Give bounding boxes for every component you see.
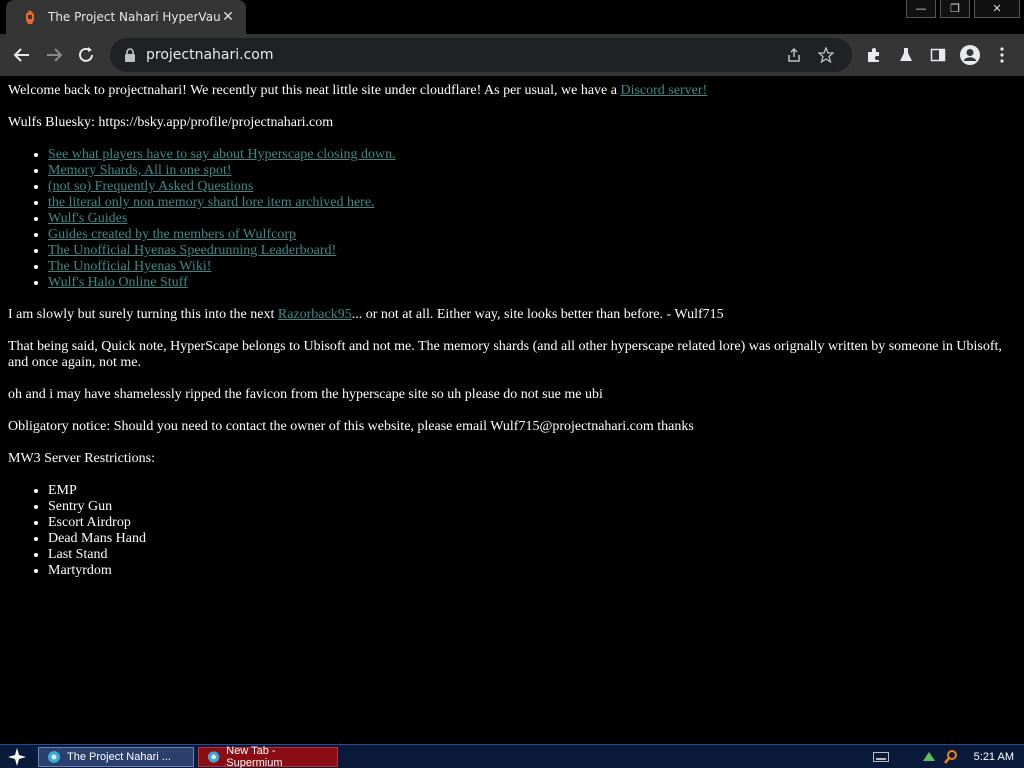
list-item: Memory Shards, All in one spot! bbox=[48, 163, 1016, 179]
list-item: Sentry Gun bbox=[48, 499, 1016, 515]
contact-notice: Obligatory notice: Should you need to co… bbox=[8, 419, 694, 434]
list-item: Dead Mans Hand bbox=[48, 531, 1016, 547]
reload-icon[interactable] bbox=[70, 39, 102, 71]
browser-toolbar: projectnahari.com bbox=[0, 34, 1024, 76]
kebab-menu-icon[interactable] bbox=[986, 39, 1018, 71]
restore-button[interactable]: ❐ bbox=[940, 0, 970, 18]
speedrun-leaderboard-link[interactable]: The Unofficial Hyenas Speedrunning Leade… bbox=[48, 243, 336, 258]
razorback-before-text: I am slowly but surely turning this into… bbox=[8, 307, 278, 322]
welcome-text: Welcome back to projectnahari! We recent… bbox=[8, 83, 621, 98]
razorback-paragraph: I am slowly but surely turning this into… bbox=[8, 307, 1016, 323]
back-arrow-icon[interactable] bbox=[6, 39, 38, 71]
start-star-icon[interactable] bbox=[0, 745, 34, 768]
list-item: The Unofficial Hyenas Speedrunning Leade… bbox=[48, 243, 1016, 259]
share-icon[interactable] bbox=[778, 41, 810, 69]
hyperscape-favicon-icon bbox=[22, 9, 38, 25]
list-item: Wulf's Guides bbox=[48, 211, 1016, 227]
taskbar-item-new-tab[interactable]: New Tab - Supermium bbox=[198, 744, 338, 768]
favicon-note: oh and i may have shamelessly ripped the… bbox=[8, 387, 603, 402]
mw3-restrictions-list: EMP Sentry Gun Escort Airdrop Dead Mans … bbox=[48, 483, 1016, 579]
system-tray: 5:21 AM bbox=[868, 745, 1024, 768]
page-content: Welcome back to projectnahari! We recent… bbox=[0, 76, 1024, 744]
list-item: Wulf's Halo Online Stuff bbox=[48, 275, 1016, 291]
puzzle-icon[interactable] bbox=[858, 39, 890, 71]
address-bar[interactable]: projectnahari.com bbox=[110, 38, 852, 72]
close-window-button[interactable]: ✕ bbox=[974, 0, 1020, 18]
keyboard-icon[interactable] bbox=[872, 748, 890, 766]
list-item: Martyrdom bbox=[48, 563, 1016, 579]
razorback-link[interactable]: Razorback95 bbox=[278, 307, 352, 322]
list-item: Guides created by the members of Wulfcor… bbox=[48, 227, 1016, 243]
hyperscape-closing-link[interactable]: See what players have to say about Hyper… bbox=[48, 147, 396, 162]
browser-tab[interactable]: The Project Nahari HyperVault! ✕ bbox=[6, 0, 246, 34]
list-item: EMP bbox=[48, 483, 1016, 499]
halo-online-link[interactable]: Wulf's Halo Online Stuff bbox=[48, 275, 188, 290]
faq-link[interactable]: (not so) Frequently Asked Questions bbox=[48, 179, 253, 194]
network-icon[interactable] bbox=[920, 748, 938, 766]
clock: 5:21 AM bbox=[973, 751, 1014, 763]
list-item: the literal only non memory shard lore i… bbox=[48, 195, 1016, 211]
taskbar: The Project Nahari ... New Tab - Supermi… bbox=[0, 744, 1024, 768]
tab-title: The Project Nahari HyperVault! bbox=[48, 10, 220, 24]
taskbar-item-label: The Project Nahari ... bbox=[67, 750, 171, 763]
list-item: See what players have to say about Hyper… bbox=[48, 147, 1016, 163]
links-list: See what players have to say about Hyper… bbox=[48, 147, 1016, 291]
ubisoft-note: That being said, Quick note, HyperScape … bbox=[8, 339, 1002, 370]
bluesky-text: Wulfs Bluesky: https://bsky.app/profile/… bbox=[8, 115, 334, 130]
discord-link[interactable]: Discord server! bbox=[620, 83, 707, 98]
supermium-icon bbox=[48, 750, 60, 763]
forward-arrow-icon[interactable] bbox=[38, 39, 70, 71]
taskbar-item-project-nahari[interactable]: The Project Nahari ... bbox=[38, 746, 194, 767]
list-item: The Unofficial Hyenas Wiki! bbox=[48, 259, 1016, 275]
lore-item-link[interactable]: the literal only non memory shard lore i… bbox=[48, 195, 375, 210]
profile-icon[interactable] bbox=[954, 39, 986, 71]
razorback-after-text: ... or not at all. Either way, site look… bbox=[351, 307, 724, 322]
welcome-paragraph: Welcome back to projectnahari! We recent… bbox=[8, 83, 1016, 99]
star-icon[interactable] bbox=[810, 41, 842, 69]
flask-icon[interactable] bbox=[890, 39, 922, 71]
list-item: Last Stand bbox=[48, 547, 1016, 563]
mw3-heading: MW3 Server Restrictions: bbox=[8, 451, 155, 466]
hyenas-wiki-link[interactable]: The Unofficial Hyenas Wiki! bbox=[48, 259, 211, 274]
taskbar-item-label: New Tab - Supermium bbox=[226, 744, 283, 768]
title-bar: The Project Nahari HyperVault! ✕ — ❐ ✕ bbox=[0, 0, 1024, 34]
minimize-button[interactable]: — bbox=[906, 0, 936, 18]
tab-close-icon[interactable]: ✕ bbox=[220, 9, 236, 25]
list-item: Escort Airdrop bbox=[48, 515, 1016, 531]
window-controls: — ❐ ✕ bbox=[902, 0, 1020, 18]
toolbar-actions bbox=[858, 38, 1018, 72]
search-icon[interactable] bbox=[942, 748, 960, 766]
lock-icon[interactable] bbox=[122, 47, 138, 63]
side-panel-icon[interactable] bbox=[922, 39, 954, 71]
supermium-icon bbox=[207, 750, 220, 763]
list-item: (not so) Frequently Asked Questions bbox=[48, 179, 1016, 195]
wulfs-guides-link[interactable]: Wulf's Guides bbox=[48, 211, 127, 226]
url-text[interactable]: projectnahari.com bbox=[146, 47, 778, 63]
wulfcorp-guides-link[interactable]: Guides created by the members of Wulfcor… bbox=[48, 227, 296, 242]
memory-shards-link[interactable]: Memory Shards, All in one spot! bbox=[48, 163, 232, 178]
